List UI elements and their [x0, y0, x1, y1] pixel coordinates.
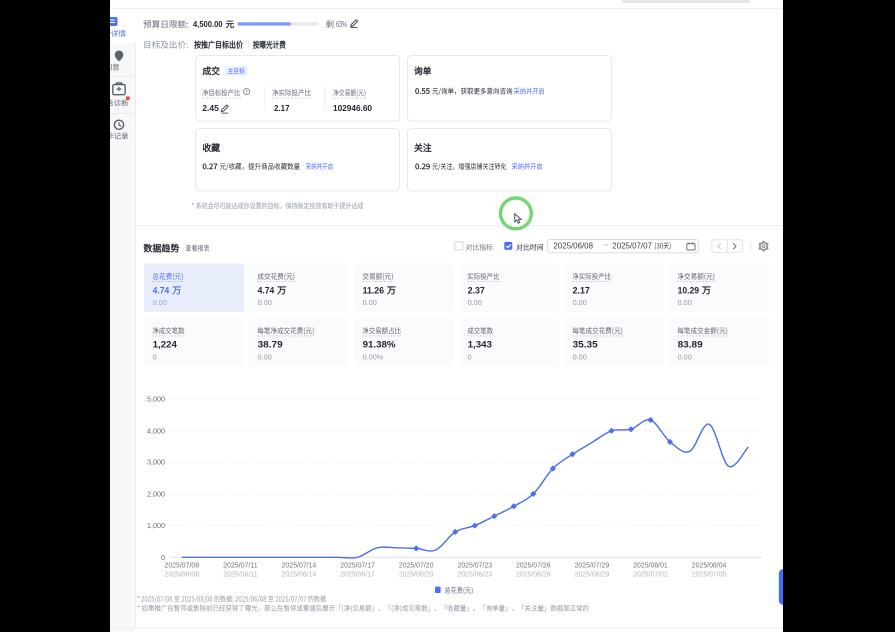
- svg-text:0.00: 0.00: [153, 298, 167, 307]
- svg-text:0.00: 0.00: [573, 298, 587, 307]
- svg-text:2025/07/07: 2025/07/07: [612, 241, 652, 250]
- svg-text:1,224: 1,224: [153, 340, 178, 351]
- svg-text:0.00: 0.00: [573, 353, 587, 362]
- svg-text:5,000: 5,000: [147, 394, 165, 403]
- svg-text:2025/07/14: 2025/07/14: [282, 563, 317, 570]
- svg-text:2025/07/11: 2025/07/11: [223, 563, 258, 570]
- svg-text:102946.60: 102946.60: [333, 103, 372, 113]
- svg-text:2025/07/08: 2025/07/08: [165, 563, 200, 570]
- svg-text:0: 0: [161, 553, 165, 562]
- svg-text:0.00: 0.00: [363, 298, 377, 307]
- svg-text:3,000: 3,000: [147, 458, 165, 467]
- svg-text:2025/06/20: 2025/06/20: [399, 571, 434, 578]
- svg-text:35.35: 35.35: [573, 340, 599, 351]
- svg-text:2.17: 2.17: [573, 285, 590, 296]
- svg-text:4,000: 4,000: [147, 427, 165, 436]
- svg-text:38.79: 38.79: [258, 340, 283, 351]
- svg-text:2025/06/26: 2025/06/26: [516, 571, 551, 578]
- svg-text:0.00%: 0.00%: [363, 353, 384, 362]
- svg-text:0: 0: [153, 353, 157, 362]
- svg-text:1,343: 1,343: [468, 340, 492, 351]
- svg-text:1,000: 1,000: [147, 521, 165, 530]
- svg-text:0.00: 0.00: [258, 298, 272, 307]
- svg-text:63%: 63%: [336, 19, 347, 29]
- svg-text:2025/07/29: 2025/07/29: [575, 563, 610, 570]
- svg-text:2025/06/29: 2025/06/29: [575, 571, 610, 578]
- svg-text:2.45: 2.45: [202, 103, 219, 113]
- svg-text:0.00: 0.00: [468, 298, 482, 307]
- svg-text:83.89: 83.89: [678, 340, 703, 351]
- svg-text:0.00: 0.00: [678, 298, 692, 307]
- svg-text:2025/07/17: 2025/07/17: [340, 563, 375, 570]
- svg-text:0.00: 0.00: [258, 353, 272, 362]
- svg-text:91.38%: 91.38%: [363, 340, 396, 351]
- svg-text:2025/07/26: 2025/07/26: [516, 563, 551, 570]
- svg-text:2025/07/02: 2025/07/02: [633, 571, 668, 578]
- svg-text:0.00: 0.00: [678, 353, 692, 362]
- svg-text:10.29: 10.29: [678, 285, 699, 296]
- svg-text:2.17: 2.17: [274, 103, 290, 113]
- svg-text:2025/07/05: 2025/07/05: [692, 571, 727, 578]
- svg-text:~: ~: [604, 241, 609, 250]
- svg-text:4.74: 4.74: [258, 285, 275, 296]
- svg-text:0: 0: [468, 353, 472, 362]
- svg-text:11.26: 11.26: [363, 285, 384, 296]
- svg-text:2,000: 2,000: [147, 490, 165, 499]
- svg-text:2025/07/23: 2025/07/23: [458, 563, 493, 570]
- svg-text:4.74: 4.74: [153, 285, 170, 296]
- svg-text:2025/06/17: 2025/06/17: [340, 571, 375, 578]
- svg-text:2025/06/11: 2025/06/11: [223, 571, 258, 578]
- svg-text:2025/06/14: 2025/06/14: [282, 571, 317, 578]
- svg-text:2025/08/04: 2025/08/04: [692, 563, 727, 570]
- svg-text:2025/07/20: 2025/07/20: [399, 563, 434, 570]
- svg-text:2025/06/23: 2025/06/23: [458, 571, 493, 578]
- svg-text:2.37: 2.37: [468, 285, 485, 296]
- svg-text:2025/08/01: 2025/08/01: [633, 563, 668, 570]
- svg-text:2025/06/08: 2025/06/08: [165, 571, 200, 578]
- svg-text:4,500.00: 4,500.00: [193, 19, 223, 29]
- svg-text:2025/06/08: 2025/06/08: [553, 241, 593, 250]
